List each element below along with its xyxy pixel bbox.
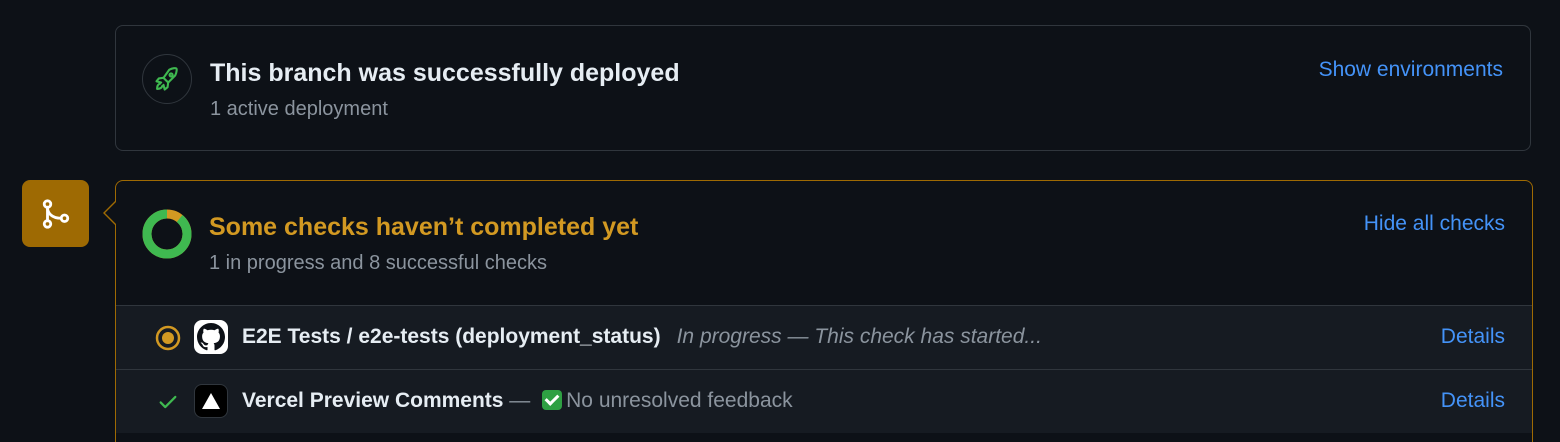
check-text: Vercel Preview Comments — No unresolved … xyxy=(242,389,793,413)
green-checkmark-icon xyxy=(542,390,563,410)
check-name: E2E Tests / e2e-tests (deployment_status… xyxy=(242,325,661,348)
hide-all-checks-link[interactable]: Hide all checks xyxy=(1364,212,1505,236)
rocket-icon xyxy=(142,54,192,104)
checks-subtitle: 1 in progress and 8 successful checks xyxy=(209,252,547,274)
check-name: Vercel Preview Comments xyxy=(242,389,504,412)
checks-title: Some checks haven’t completed yet xyxy=(209,213,639,241)
deployment-card: This branch was successfully deployed 1 … xyxy=(115,25,1531,151)
check-description: In progress — This check has started... xyxy=(676,325,1042,348)
check-description: No unresolved feedback xyxy=(566,389,793,412)
deployment-title: This branch was successfully deployed xyxy=(210,59,680,87)
details-link[interactable]: Details xyxy=(1441,325,1505,349)
pr-merge-box: This branch was successfully deployed 1 … xyxy=(0,0,1560,442)
check-row: E2E Tests / e2e-tests (deployment_status… xyxy=(116,305,1532,369)
timeline-pointer-inner xyxy=(105,202,116,224)
checks-header: Some checks haven’t completed yet 1 in p… xyxy=(116,181,1532,305)
checks-progress-ring xyxy=(142,209,192,259)
show-environments-link[interactable]: Show environments xyxy=(1319,58,1503,82)
git-merge-badge xyxy=(22,180,89,247)
checks-card: Some checks haven’t completed yet 1 in p… xyxy=(115,180,1533,442)
check-separator: — xyxy=(503,389,537,412)
deployment-subtitle: 1 active deployment xyxy=(210,98,388,120)
check-text: E2E Tests / e2e-tests (deployment_status… xyxy=(242,325,1042,349)
details-link[interactable]: Details xyxy=(1441,389,1505,413)
vercel-icon xyxy=(194,384,228,418)
github-icon xyxy=(194,320,228,354)
check-row: Vercel Preview Comments — No unresolved … xyxy=(116,369,1532,433)
check-list: E2E Tests / e2e-tests (deployment_status… xyxy=(116,305,1532,433)
check-icon xyxy=(154,388,182,416)
git-merge-icon xyxy=(42,198,69,229)
in-progress-dot-icon xyxy=(154,324,182,352)
